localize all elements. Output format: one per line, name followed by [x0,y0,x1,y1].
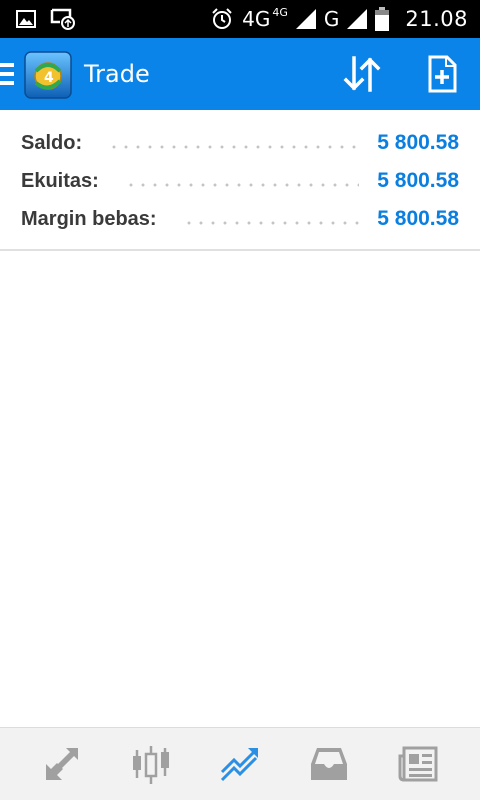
nav-trade[interactable] [212,736,268,792]
network-4g-superscript: 4G [272,5,288,19]
bottom-navigation [0,727,480,800]
equity-value: 5 800.58 [377,169,459,192]
signal-icon [295,9,316,29]
svg-text:4: 4 [44,70,54,86]
cast-icon [50,8,76,30]
dotted-leader [182,221,360,225]
network-g-label: G [323,7,340,31]
nav-news[interactable] [390,736,446,792]
status-right: 4G 4G G 21.08 [210,5,468,31]
arrows-icon [46,748,79,780]
newspaper-icon [398,746,438,782]
equity-label: Ekuitas: [21,169,99,192]
inbox-icon [310,748,347,780]
network-4g-label: 4G [242,7,271,31]
free-margin-value: 5 800.58 [377,207,459,230]
app-logo-icon[interactable]: 4 [24,51,72,99]
alarm-icon [210,7,234,31]
new-order-button[interactable] [420,54,464,94]
app-bar: 4 Trade [0,38,480,110]
balance-row: Saldo: 5 800.58 [0,124,480,162]
nav-quotes[interactable] [34,736,90,792]
dotted-leader [124,183,360,187]
menu-icon[interactable] [0,63,14,85]
image-icon [16,10,36,28]
account-summary: Saldo: 5 800.58 Ekuitas: 5 800.58 Margin… [0,110,480,251]
free-margin-row: Margin bebas: 5 800.58 [0,200,480,238]
status-left [16,8,76,30]
battery-icon [375,7,390,31]
new-order-icon [428,55,457,93]
status-bar: 4G 4G G 21.08 [0,0,480,38]
free-margin-label: Margin bebas: [21,207,157,230]
nav-charts[interactable] [123,736,179,792]
balance-label: Saldo: [21,131,83,154]
sort-icon [343,56,381,92]
signal-icon [347,9,368,29]
candlestick-icon [133,746,170,784]
clock: 21.08 [405,7,468,31]
dotted-leader [108,145,360,149]
sort-button[interactable] [340,54,384,94]
trend-icon [220,748,258,782]
equity-row: Ekuitas: 5 800.58 [0,162,480,200]
balance-value: 5 800.58 [377,131,459,154]
nav-history[interactable] [301,736,357,792]
page-title: Trade [84,60,150,88]
